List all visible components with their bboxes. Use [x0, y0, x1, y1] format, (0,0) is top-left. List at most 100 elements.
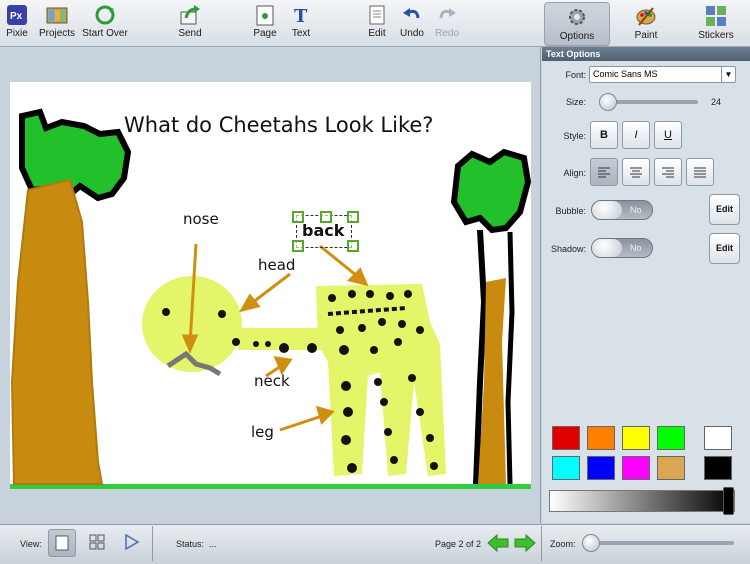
align-justify-icon	[694, 167, 706, 178]
redo-button[interactable]: Redo	[434, 4, 460, 39]
color-swatch[interactable]	[622, 426, 650, 450]
pixie-label: Pixie	[6, 28, 28, 39]
view-grid-button[interactable]	[84, 529, 112, 557]
undo-button[interactable]: Undo	[398, 4, 426, 39]
zoom-slider-track[interactable]	[584, 541, 734, 545]
label-back[interactable]: back	[302, 221, 344, 240]
label-neck[interactable]: neck	[254, 372, 290, 390]
color-swatch[interactable]	[552, 426, 580, 450]
undo-icon	[403, 8, 420, 19]
tab-stickers[interactable]: Stickers	[684, 2, 748, 44]
align-justify-button[interactable]	[686, 158, 714, 186]
zoom-slider-knob[interactable]	[582, 534, 600, 552]
tab-options[interactable]: Options	[544, 2, 610, 46]
text-label: Text	[291, 28, 311, 39]
start-over-label: Start Over	[82, 28, 128, 39]
gear-icon	[569, 9, 585, 25]
text-button[interactable]: T Text	[288, 4, 314, 39]
bubble-toggle[interactable]: No	[591, 200, 653, 220]
color-swatch[interactable]	[587, 456, 615, 480]
edit-button[interactable]: Edit	[364, 4, 390, 39]
color-swatch[interactable]	[587, 426, 615, 450]
color-swatch[interactable]	[657, 456, 685, 480]
align-right-icon	[662, 167, 674, 178]
font-label: Font:	[565, 70, 586, 80]
underline-button[interactable]: U	[654, 121, 682, 149]
stickers-icon	[706, 6, 726, 26]
grid-icon	[89, 534, 105, 550]
resize-handle-bottom-left[interactable]	[292, 240, 304, 252]
color-swatch[interactable]	[704, 426, 732, 450]
font-select-value: Comic Sans MS	[593, 69, 658, 79]
bubble-edit-button[interactable]: Edit	[709, 194, 740, 225]
shadow-edit-button[interactable]: Edit	[709, 233, 740, 264]
page-indicator: Page 2 of 2	[435, 539, 482, 549]
projects-button[interactable]: Projects	[38, 4, 76, 39]
view-label: View:	[20, 539, 42, 549]
color-swatch[interactable]	[622, 456, 650, 480]
pixie-logo-icon: Px	[7, 5, 27, 25]
resize-handle-top-left[interactable]	[292, 211, 304, 223]
shade-slider-thumb[interactable]	[723, 487, 734, 515]
align-left-button[interactable]	[590, 158, 618, 186]
tab-options-label: Options	[559, 31, 595, 42]
label-head[interactable]: head	[258, 256, 295, 274]
start-over-button[interactable]: Start Over	[82, 4, 128, 39]
resize-handle-top-right[interactable]	[347, 211, 359, 223]
play-icon	[125, 533, 140, 551]
page-icon	[256, 5, 274, 26]
canvas-title-text[interactable]: What do Cheetahs Look Like?	[124, 113, 433, 137]
pixie-button[interactable]: Px Pixie	[4, 4, 30, 39]
italic-button[interactable]: I	[622, 121, 650, 149]
shadow-toggle-state: No	[630, 243, 642, 253]
chevron-down-icon: ▼	[721, 67, 735, 82]
play-button[interactable]	[118, 529, 146, 557]
bottom-divider	[152, 526, 153, 561]
text-options-panel: Text Options	[542, 47, 750, 523]
bold-button[interactable]: B	[590, 121, 618, 149]
resize-handle-bottom-right[interactable]	[347, 240, 359, 252]
bottom-divider-right	[541, 526, 542, 561]
shadow-toggle[interactable]: No	[591, 238, 653, 258]
bubble-toggle-state: No	[630, 205, 642, 215]
color-swatch[interactable]	[657, 426, 685, 450]
view-single-button[interactable]	[48, 529, 76, 557]
color-swatch[interactable]	[704, 456, 732, 480]
zoom-label: Zoom:	[550, 539, 576, 549]
align-right-button[interactable]	[654, 158, 682, 186]
bubble-toggle-knob	[592, 201, 622, 219]
tab-paint[interactable]: Paint	[614, 2, 678, 44]
align-center-button[interactable]	[622, 158, 650, 186]
single-page-icon	[55, 535, 69, 551]
align-label: Align:	[563, 168, 586, 178]
align-left-icon	[598, 167, 610, 178]
size-slider-knob[interactable]	[599, 93, 617, 111]
label-nose[interactable]: nose	[183, 210, 219, 228]
send-label: Send	[178, 28, 202, 39]
font-select[interactable]: Comic Sans MS ▼	[589, 66, 736, 83]
resize-handle-top[interactable]	[320, 211, 332, 223]
label-leg[interactable]: leg	[251, 423, 274, 441]
tab-paint-label: Paint	[634, 30, 658, 41]
tab-stickers-label: Stickers	[698, 30, 734, 41]
style-label: Style:	[563, 131, 586, 141]
projects-label: Projects	[38, 28, 76, 39]
shadow-toggle-knob	[592, 239, 622, 257]
redo-icon	[439, 8, 456, 19]
projects-icon	[46, 7, 68, 24]
previous-page-arrow-icon[interactable]	[487, 533, 509, 553]
bubble-label: Bubble:	[555, 206, 586, 216]
edit-label: Edit	[368, 28, 386, 39]
next-page-arrow-icon[interactable]	[514, 533, 536, 553]
shade-slider[interactable]	[549, 490, 735, 512]
size-value: 24	[711, 97, 722, 107]
send-button[interactable]: Send	[176, 4, 204, 39]
text-icon: T	[294, 6, 308, 26]
edit-document-icon	[369, 5, 385, 25]
color-swatch[interactable]	[552, 456, 580, 480]
shadow-label: Shadow:	[550, 244, 586, 254]
svg-text:T: T	[294, 6, 308, 26]
page-button[interactable]: Page	[252, 4, 278, 39]
send-icon	[180, 5, 200, 25]
status-value: ...	[209, 539, 217, 549]
